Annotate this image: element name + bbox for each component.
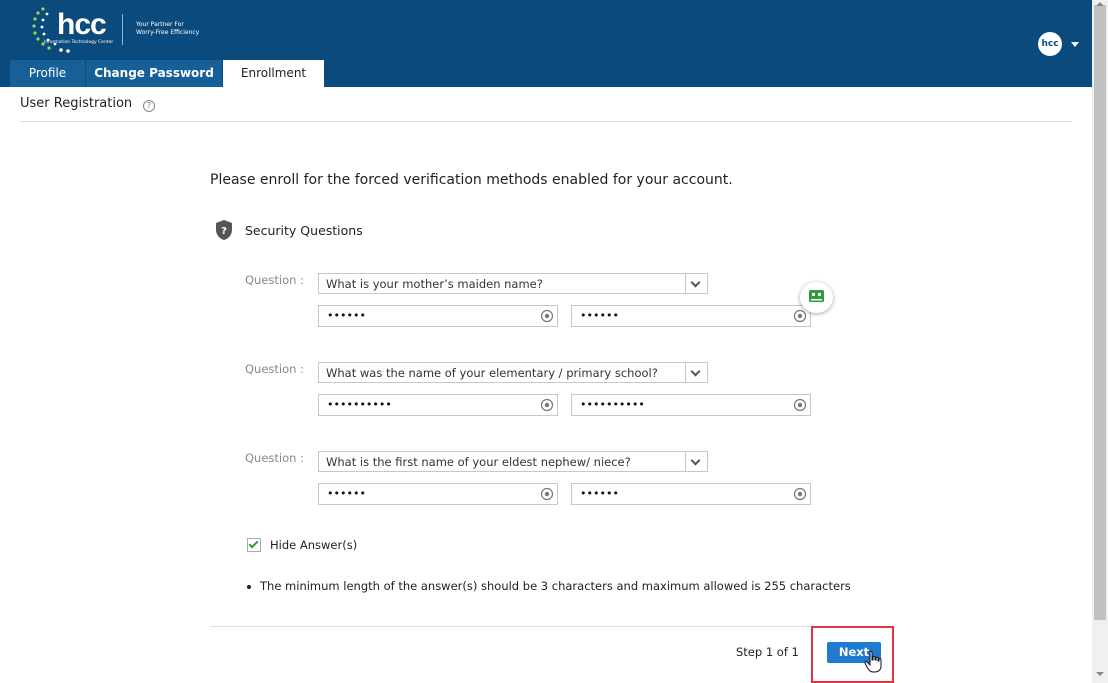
chevron-down-icon[interactable] <box>1071 42 1079 47</box>
reveal-eye-icon[interactable] <box>540 398 554 412</box>
reveal-eye-icon[interactable] <box>793 487 807 501</box>
confirm-masked-value: •••••• <box>580 309 619 322</box>
virtual-keyboard-icon[interactable] <box>800 282 833 313</box>
answer-field-3[interactable]: •••••• <box>318 483 558 505</box>
avatar[interactable]: hcc <box>1038 32 1062 56</box>
question-label: Question : <box>245 273 304 287</box>
logo-wordmark: hcc <box>57 8 107 41</box>
tagline: Your Partner For Worry-Free Efficiency <box>136 21 199 37</box>
question-select-2[interactable]: What was the name of your elementary / p… <box>318 362 708 383</box>
tab-enrollment[interactable]: Enrollment <box>223 60 324 87</box>
scrollbar-thumb[interactable] <box>1094 5 1106 620</box>
intro-text: Please enroll for the forced verificatio… <box>210 172 733 188</box>
answer-masked-value: •••••••••• <box>327 398 392 411</box>
confirm-masked-value: •••••••••• <box>580 398 645 411</box>
dropdown-button[interactable] <box>685 452 707 471</box>
dropdown-button[interactable] <box>685 274 707 293</box>
section-title: Security Questions <box>245 223 363 238</box>
answer-field-1[interactable]: •••••• <box>318 305 558 327</box>
shield-question-icon: ? <box>216 220 232 240</box>
chevron-down-icon <box>690 277 701 288</box>
chevron-down-icon <box>690 366 701 377</box>
confirm-answer-field-2[interactable]: •••••••••• <box>571 394 811 416</box>
svg-text:?: ? <box>221 226 227 237</box>
confirm-masked-value: •••••• <box>580 487 619 500</box>
confirm-answer-field-3[interactable]: •••••• <box>571 483 811 505</box>
answer-length-note: The minimum length of the answer(s) shou… <box>260 579 851 593</box>
checkmark-icon <box>248 538 259 549</box>
logo-subtext: Information Technology Center <box>44 40 114 45</box>
scroll-down-arrow-icon[interactable] <box>1096 672 1104 676</box>
question-label: Question : <box>245 451 304 465</box>
answer-field-2[interactable]: •••••••••• <box>318 394 558 416</box>
question-select-value: What was the name of your elementary / p… <box>326 366 658 380</box>
bullet-icon <box>247 585 251 589</box>
hide-answers-checkbox[interactable] <box>247 538 261 552</box>
divider <box>20 121 1072 122</box>
hide-answers-label[interactable]: Hide Answer(s) <box>270 538 357 552</box>
confirm-answer-field-1[interactable]: •••••• <box>571 305 811 327</box>
reveal-eye-icon[interactable] <box>540 487 554 501</box>
tab-profile[interactable]: Profile <box>10 60 85 87</box>
question-select-3[interactable]: What is the first name of your eldest ne… <box>318 451 708 472</box>
hand-cursor-icon <box>864 650 882 673</box>
chevron-down-icon <box>690 455 701 466</box>
tagline-line-2: Worry-Free Efficiency <box>136 29 200 36</box>
divider <box>210 626 890 627</box>
help-icon[interactable]: ? <box>143 100 155 112</box>
scroll-up-arrow-icon[interactable] <box>1096 2 1104 6</box>
tagline-line-1: Your Partner For <box>136 21 184 28</box>
page-title: User Registration <box>20 96 133 111</box>
reveal-eye-icon[interactable] <box>540 309 554 323</box>
step-indicator: Step 1 of 1 <box>736 645 799 659</box>
question-select-value: What is the first name of your eldest ne… <box>326 455 631 469</box>
answer-masked-value: •••••• <box>327 487 366 500</box>
question-select-1[interactable]: What is your mother’s maiden name? <box>318 273 708 294</box>
logo-divider <box>122 14 123 45</box>
reveal-eye-icon[interactable] <box>793 398 807 412</box>
answer-masked-value: •••••• <box>327 309 366 322</box>
tab-change-password[interactable]: Change Password <box>86 60 222 87</box>
dropdown-button[interactable] <box>685 363 707 382</box>
question-label: Question : <box>245 362 304 376</box>
question-select-value: What is your mother’s maiden name? <box>326 277 543 291</box>
